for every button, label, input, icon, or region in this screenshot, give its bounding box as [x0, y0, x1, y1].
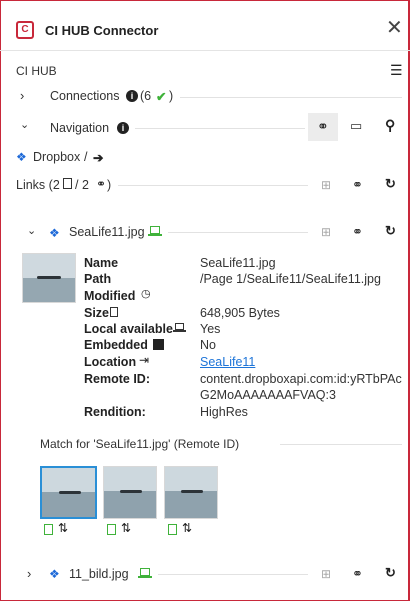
refresh-icon[interactable]: ↻ — [385, 566, 396, 579]
match-label: Match for 'SeaLife11.jpg' (Remote ID) — [40, 437, 240, 451]
links-total: / 2 — [75, 178, 89, 192]
item-thumbnail — [22, 253, 76, 303]
relink-placeholder-icon[interactable]: ⊞ — [321, 226, 331, 238]
ci-hub-logo-icon: C — [16, 21, 34, 39]
relink-placeholder-icon[interactable]: ⊞ — [321, 568, 331, 580]
item-filename[interactable]: 11_bild.jpg — [69, 567, 129, 581]
detail-value-remote-id: content.dropboxapi.com:id:yRTbPAc — [200, 372, 402, 386]
laptop-icon — [140, 568, 150, 576]
embedded-icon — [153, 339, 164, 350]
detail-label-remote-id: Remote ID: — [84, 372, 150, 386]
match-thumbnail[interactable] — [40, 466, 97, 519]
divider — [180, 97, 402, 98]
detail-value-embedded: No — [200, 338, 216, 352]
divider — [118, 185, 308, 186]
refresh-icon[interactable]: ↻ — [385, 177, 396, 190]
dropbox-icon: ❖ — [49, 567, 60, 581]
place-document-icon[interactable] — [168, 524, 177, 535]
detail-value-size: 648,905 Bytes — [200, 306, 280, 320]
check-icon: ✔ — [156, 90, 167, 104]
app-title: CI HUB Connector — [45, 23, 159, 38]
expand-connections-icon[interactable]: › — [20, 89, 24, 102]
links-count-label: Links (2 — [16, 178, 60, 192]
detail-value-local-available: Yes — [200, 322, 221, 336]
laptop-base — [148, 234, 162, 236]
info-icon: i — [126, 90, 138, 102]
detail-value-name: SeaLife11.jpg — [200, 256, 276, 270]
detail-value-remote-id-cont: G2MoAAAAAAAFVAQ:3 — [200, 388, 336, 402]
link-icon[interactable]: ⚭ — [352, 225, 363, 238]
divider — [135, 128, 305, 129]
detail-label-location: Location — [84, 355, 137, 369]
dropbox-icon: ❖ — [16, 150, 27, 164]
folder-icon[interactable]: ▭ — [350, 119, 362, 132]
menu-icon[interactable]: ☰ — [390, 63, 403, 77]
place-document-icon[interactable] — [44, 524, 53, 535]
divider — [158, 574, 308, 575]
navigate-forward-icon[interactable]: ➔ — [93, 150, 103, 165]
link-icon[interactable]: ⚭ — [317, 119, 329, 133]
search-icon[interactable]: ⚲ — [385, 118, 395, 132]
connections-close-paren: ) — [169, 89, 174, 103]
detail-label-local-available: Local available — [84, 322, 173, 336]
connections-label[interactable]: Connections — [50, 89, 120, 103]
detail-value-rendition: HighRes — [200, 405, 248, 419]
refresh-icon[interactable]: ↻ — [385, 224, 396, 237]
section-title: CI HUB — [16, 64, 57, 78]
detail-label-name: Name — [84, 256, 119, 270]
detail-label-rendition: Rendition: — [84, 405, 146, 419]
breadcrumb-source[interactable]: Dropbox — [33, 150, 80, 164]
close-icon[interactable]: ✕ — [386, 18, 403, 38]
laptop-base — [173, 330, 186, 332]
replace-icon[interactable]: ⇅ — [58, 522, 68, 534]
links-close-paren: ) — [107, 178, 112, 192]
item-filename[interactable]: SeaLife11.jpg — [69, 225, 145, 239]
expand-item-icon[interactable]: › — [27, 567, 31, 580]
detail-value-path: /Page 1/SeaLife11/SeaLife11.jpg — [200, 272, 381, 286]
connections-count: (6 — [140, 89, 152, 103]
replace-icon[interactable]: ⇅ — [182, 522, 192, 534]
relink-placeholder-icon[interactable]: ⊞ — [321, 179, 331, 191]
laptop-icon — [150, 226, 160, 234]
document-icon — [63, 178, 72, 189]
document-icon — [110, 307, 118, 317]
match-thumbnail[interactable] — [164, 466, 218, 519]
detail-label-embedded: Embedded — [84, 338, 148, 352]
detail-label-modified: Modified — [84, 289, 136, 303]
divider — [280, 444, 402, 445]
match-thumbnail[interactable] — [103, 466, 157, 519]
link-icon: ⚭ — [96, 177, 107, 191]
divider — [168, 232, 308, 233]
link-icon[interactable]: ⚭ — [352, 567, 363, 580]
collapse-navigation-icon[interactable]: ⌄ — [20, 120, 29, 131]
link-icon[interactable]: ⚭ — [352, 178, 363, 191]
location-icon: ⇥ — [139, 353, 150, 367]
place-document-icon[interactable] — [107, 524, 116, 535]
detail-label-path: Path — [84, 272, 112, 286]
location-link[interactable]: SeaLife11 — [200, 355, 255, 369]
dropbox-icon: ❖ — [49, 226, 60, 240]
clock-icon: ◷ — [141, 288, 151, 300]
laptop-icon — [175, 323, 184, 330]
replace-icon[interactable]: ⇅ — [121, 522, 131, 534]
breadcrumb-separator: / — [84, 150, 88, 164]
detail-label-size: Size — [84, 306, 110, 320]
laptop-base — [138, 576, 152, 578]
navigation-label[interactable]: Navigation — [50, 121, 109, 135]
info-icon: i — [117, 122, 129, 134]
collapse-item-icon[interactable]: ⌄ — [27, 226, 36, 237]
